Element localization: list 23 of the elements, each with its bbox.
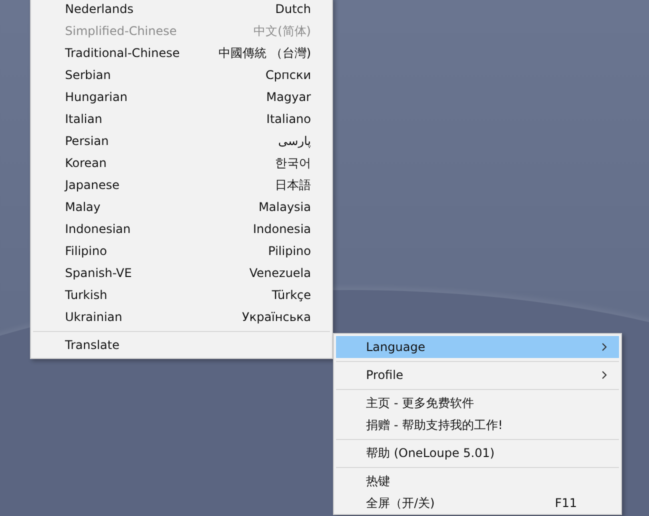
language-menu-item[interactable]: Traditional-Chinese 中國傳統 （台灣) [31,42,332,64]
translate-menu-item[interactable]: Translate [31,334,332,356]
menu-item[interactable]: 帮助 (OneLoupe 5.01) [336,442,619,464]
chevron-right-icon [602,371,607,379]
language-menu-item[interactable]: Malay Malaysia [31,196,332,218]
language-menu-item[interactable]: Korean 한국어 [31,152,332,174]
language-menu-item[interactable]: Hungarian Magyar [31,86,332,108]
language-menu-item[interactable]: Japanese 日本語 [31,174,332,196]
language-menu-item[interactable]: Indonesian Indonesia [31,218,332,240]
language-menu-item[interactable]: Filipino Pilipino [31,240,332,262]
language-menu-item[interactable]: Italian Italiano [31,108,332,130]
menu-item[interactable]: Language [336,336,619,358]
menu-item[interactable]: 捐赠 - 帮助支持我的工作! [336,414,619,436]
menu-item[interactable]: 主页 - 更多免费软件 [336,392,619,414]
language-menu-item[interactable]: Ukrainian Українська [31,306,332,328]
language-menu-item[interactable]: Nederlands Dutch [31,0,332,20]
language-menu-item[interactable]: Turkish Türkçe [31,284,332,306]
menu-item[interactable]: 热键 [336,470,619,492]
language-menu-item[interactable]: Spanish-VE Venezuela [31,262,332,284]
chevron-right-icon [602,343,607,351]
menu-item[interactable]: 全屏（开/关) F11 [336,492,619,514]
language-menu-item[interactable]: Serbian Српски [31,64,332,86]
menu-item[interactable]: Profile [336,364,619,386]
